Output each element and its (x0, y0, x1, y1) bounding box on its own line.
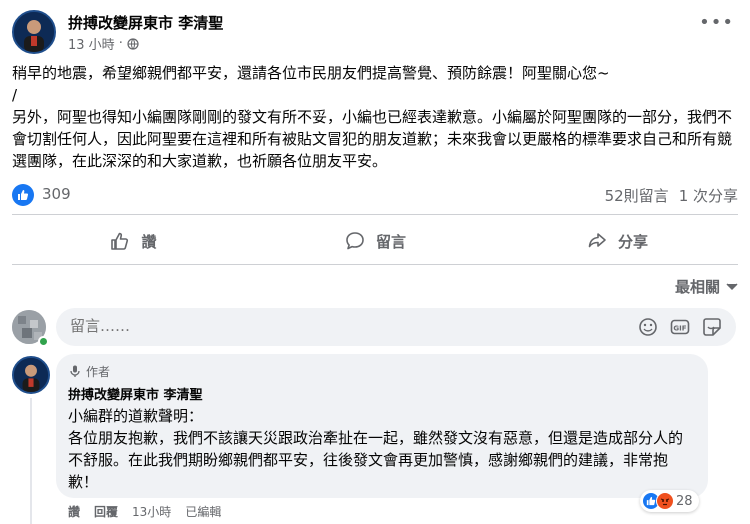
post-stats: 309 52則留言 1 次分享 (12, 184, 738, 208)
share-icon (588, 233, 606, 248)
globe-icon (127, 37, 139, 50)
meta-separator: · (118, 36, 123, 51)
comment-input[interactable] (70, 317, 470, 335)
comment-reactions[interactable]: 28 (640, 490, 699, 512)
comments-count-link[interactable]: 52則留言 (605, 185, 669, 206)
more-options-icon[interactable]: ••• (699, 12, 734, 33)
comment-avatar-image (14, 358, 48, 392)
like-button[interactable]: 讚 (12, 222, 254, 260)
share-label: 分享 (617, 232, 648, 251)
comment-label: 留言 (375, 232, 406, 251)
gif-icon[interactable]: GIF (670, 317, 690, 337)
reply-thread-line (30, 398, 32, 524)
post-time[interactable]: 13 小時 (68, 34, 115, 53)
comment-like-button[interactable]: 讚 (68, 503, 80, 520)
comment-text: 小編群的道歉聲明： 各位朋友抱歉，我們不該讓天災跟政治牽扯在一起，雖然發文沒有惡… (68, 405, 696, 493)
thumbs-up-icon (111, 232, 129, 250)
comment-reply-button[interactable]: 回覆 (94, 503, 118, 520)
comment-button[interactable]: 留言 (254, 222, 496, 260)
comment-edited-label: 已編輯 (185, 505, 222, 519)
svg-text:GIF: GIF (673, 325, 686, 333)
sort-label: 最相關 (674, 278, 720, 296)
action-bar: 讚 留言 分享 (12, 222, 738, 260)
comment-icon (346, 232, 364, 250)
author-tag-label: 作者 (86, 364, 111, 379)
author-avatar[interactable] (12, 10, 56, 54)
avatar-image (14, 12, 54, 52)
like-reaction-icon[interactable] (12, 184, 34, 206)
chevron-down-icon (726, 282, 738, 290)
comment-author-avatar[interactable] (12, 356, 50, 394)
author-badge: 作者 (68, 362, 696, 380)
post-header: 拚搏改變屏東市 李清聖 13 小時 · ••• (12, 8, 738, 56)
comment-sort-dropdown[interactable]: 最相關 (675, 276, 738, 297)
sticker-icon[interactable] (702, 317, 722, 337)
post-meta: 13 小時 · (68, 34, 139, 53)
share-button[interactable]: 分享 (496, 222, 738, 260)
post-author-name[interactable]: 拚搏改變屏東市 李清聖 (68, 12, 223, 33)
stats-right: 52則留言 1 次分享 (605, 185, 738, 206)
online-status-dot (38, 336, 49, 347)
post-body: 稍早的地震，希望鄉親們都平安，還請各位市民朋友們提高警覺、預防餘震！阿聖關心您~… (12, 62, 738, 172)
comment-line: 各位朋友抱歉，我們不該讓天災跟政治牽扯在一起，雖然發文沒有惡意，但還是造成部分人… (68, 429, 684, 491)
post-paragraph: 另外，阿聖也得知小編團隊剛剛的發文有所不妥，小編也已經表達歉意。小編屬於阿聖團隊… (12, 108, 733, 170)
angry-reaction-icon (656, 492, 674, 510)
comment-composer[interactable]: GIF (56, 308, 736, 346)
comment-line: 小編群的道歉聲明： (68, 407, 204, 425)
comment-reaction-count: 28 (676, 493, 693, 509)
composer-icons: GIF (638, 317, 722, 337)
post-paragraph: 稍早的地震，希望鄉親們都平安，還請各位市民朋友們提高警覺、預防餘震！阿聖關心您~ (12, 64, 610, 82)
post-paragraph: / (12, 86, 18, 104)
like-label: 讚 (141, 232, 157, 251)
reaction-count[interactable]: 309 (42, 185, 71, 203)
comment-bubble: 作者 拚搏改變屏東市 李清聖 小編群的道歉聲明： 各位朋友抱歉，我們不該讓天災跟… (56, 354, 708, 498)
divider (12, 264, 738, 265)
comment-actions: 讚 回覆 13小時 已編輯 (68, 503, 221, 520)
shares-count-link[interactable]: 1 次分享 (679, 185, 738, 206)
comment-time[interactable]: 13小時 (132, 503, 171, 520)
emoji-icon[interactable] (638, 317, 658, 337)
divider (12, 214, 738, 215)
comment-author-name[interactable]: 拚搏改變屏東市 李清聖 (68, 384, 696, 403)
mic-icon (70, 365, 80, 377)
